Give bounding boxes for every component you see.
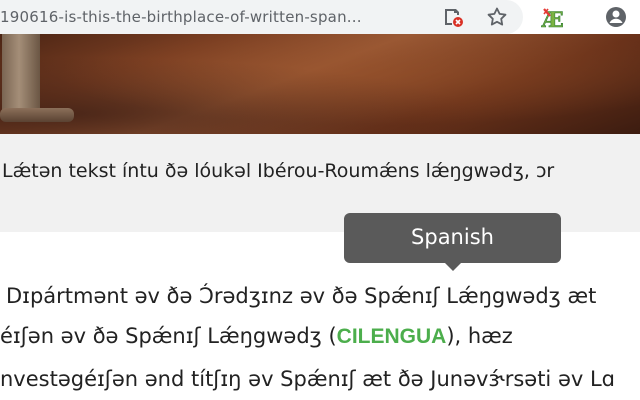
account-icon[interactable] bbox=[604, 5, 628, 29]
tooltip-arrow bbox=[444, 262, 462, 271]
photo-pillar-base bbox=[0, 108, 74, 122]
url-text[interactable]: 190616-is-this-the-birthplace-of-written… bbox=[0, 8, 425, 26]
paragraph-line-3: nvestəgéɪʃən ənd títʃɪŋ əv Spǽnɪʃ æt ðə … bbox=[0, 367, 615, 391]
article-photo bbox=[0, 34, 640, 134]
translation-tooltip: Spanish bbox=[344, 213, 561, 263]
tooltip-text: Spanish bbox=[411, 225, 494, 249]
browser-toolbar: 190616-is-this-the-birthplace-of-written… bbox=[0, 0, 640, 34]
photo-pillar bbox=[2, 34, 40, 116]
blocked-content-icon[interactable] bbox=[441, 5, 465, 29]
extension-ae-icon[interactable]: Æ bbox=[541, 5, 565, 33]
cilengua-link[interactable]: CILENGUA bbox=[337, 325, 447, 348]
paragraph-line-2: éɪʃən əv ðə Spǽnɪʃ Lǽŋgwədʒ (CILENGUA), … bbox=[0, 324, 513, 349]
star-icon[interactable] bbox=[485, 5, 509, 29]
paragraph-line-2-start: éɪʃən əv ðə Spǽnɪʃ Lǽŋgwədʒ ( bbox=[0, 324, 337, 348]
photo-caption: Lǽtən tekst íntu ðə lóukəl Ibérou-Roumǽn… bbox=[2, 160, 555, 182]
paragraph-line-2-end: ), hæz bbox=[446, 324, 513, 348]
paragraph-line-1: Dɪpártmənt əv ðə Ɔ́rədʒɪnz əv ðə Spǽnɪʃ … bbox=[6, 284, 597, 308]
